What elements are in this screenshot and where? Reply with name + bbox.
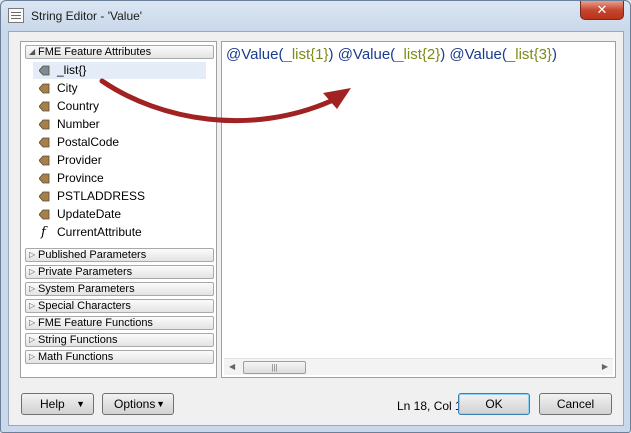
annotation-arrow [99, 78, 351, 124]
string-editor-window: String Editor - 'Value' ✕ ◢ FME Feature … [0, 0, 631, 433]
